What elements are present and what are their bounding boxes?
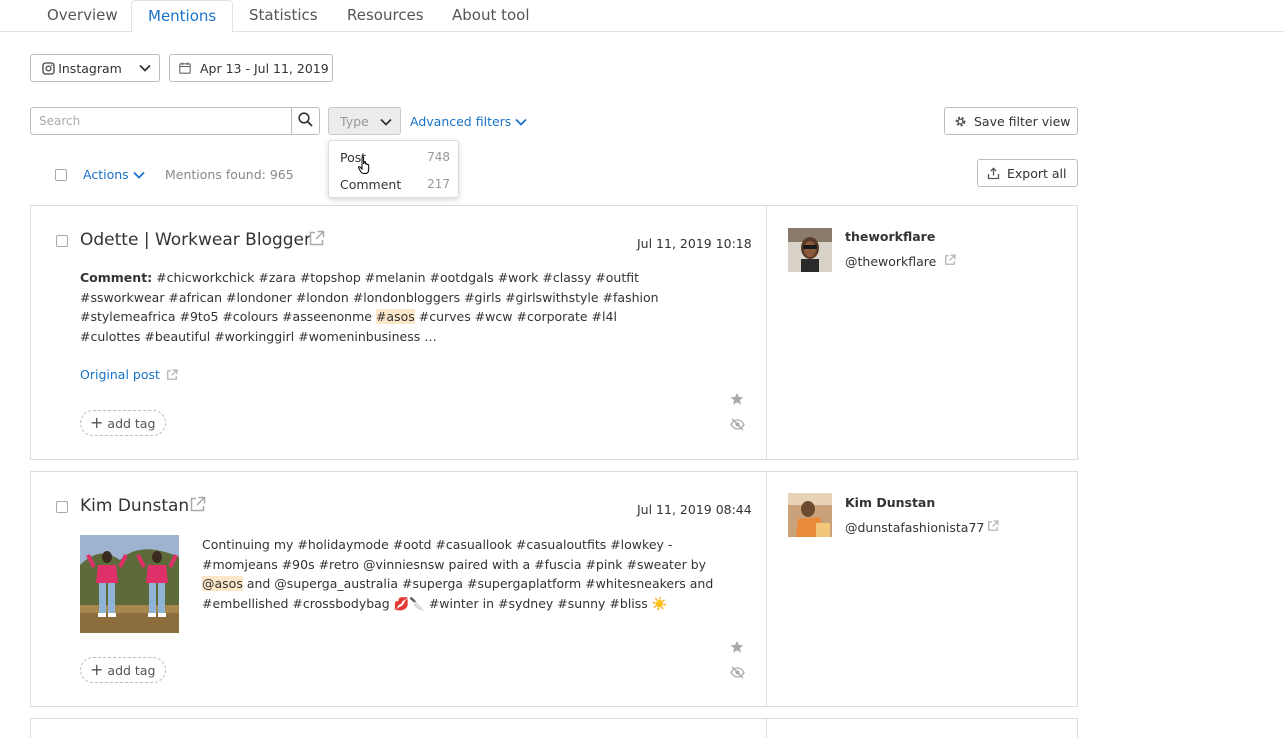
type-option-comment[interactable]: Comment 217 [340, 177, 450, 197]
tab-statistics[interactable]: Statistics [249, 0, 318, 32]
card-divider [766, 719, 767, 738]
tab-resources[interactable]: Resources [347, 0, 424, 32]
hide-icon[interactable] [730, 418, 745, 435]
mention-card: Odette | Workwear Blogger Jul 11, 2019 1… [30, 205, 1078, 460]
chevron-down-icon [133, 171, 145, 179]
chevron-down-icon [139, 64, 151, 72]
add-tag-label: add tag [107, 662, 156, 678]
tab-bar: Overview Mentions Statistics Resources A… [0, 0, 1284, 33]
mention-text: Comment: #chicworkchick #zara #topshop #… [80, 268, 680, 347]
external-link-icon [166, 368, 178, 381]
avatar [788, 493, 832, 537]
external-link-icon[interactable] [308, 230, 325, 251]
star-icon[interactable] [730, 392, 744, 410]
tab-about-tool[interactable]: About tool [452, 0, 530, 32]
instagram-icon [42, 61, 55, 75]
author-name[interactable]: theworkflare [845, 229, 935, 244]
calendar-icon [179, 62, 191, 74]
chevron-down-icon [380, 114, 392, 129]
mention-card [30, 718, 1078, 738]
search-icon [298, 111, 313, 131]
mention-card: Kim Dunstan Jul 11, 2019 08:44 Continuin… [30, 471, 1078, 707]
plus-icon: + [90, 660, 104, 679]
avatar [788, 228, 832, 272]
hand-cursor-icon [357, 156, 373, 180]
gear-icon [954, 115, 967, 128]
mention-text-part: and @superga_australia #superga #superga… [202, 576, 714, 612]
author-name[interactable]: Kim Dunstan [845, 495, 935, 510]
date-range-label: Apr 13 - Jul 11, 2019 [200, 60, 329, 76]
keyword-highlight: #asos [375, 309, 415, 325]
export-icon [987, 166, 1000, 180]
card-divider [766, 472, 767, 706]
star-icon[interactable] [730, 640, 744, 658]
actions-label: Actions [83, 167, 129, 182]
type-select[interactable]: Type [328, 107, 401, 135]
type-dropdown-menu: Post 748 Comment 217 [328, 140, 459, 198]
select-all-checkbox[interactable] [55, 169, 67, 181]
mention-checkbox[interactable] [56, 501, 68, 513]
author-handle[interactable]: @theworkflare [845, 254, 936, 269]
add-tag-label: add tag [107, 415, 156, 431]
add-tag-button[interactable]: + add tag [80, 410, 167, 436]
add-tag-button[interactable]: + add tag [80, 657, 167, 683]
mention-checkbox[interactable] [56, 235, 68, 247]
save-filter-view-label: Save filter view [974, 113, 1071, 129]
mention-date: Jul 11, 2019 10:18 [637, 236, 752, 251]
external-link-icon[interactable] [987, 520, 999, 536]
original-post-link[interactable]: Original post [80, 367, 178, 382]
comment-label: Comment: [80, 270, 153, 285]
hide-icon[interactable] [730, 666, 745, 683]
author-handle[interactable]: @dunstafashionista77 [845, 520, 984, 535]
type-option-label: Comment [340, 177, 402, 192]
source-label: Instagram [58, 60, 122, 76]
mention-text-part: Continuing my #holidaymode #ootd #casual… [202, 537, 707, 572]
mention-text: Continuing my #holidaymode #ootd #casual… [202, 535, 727, 614]
mention-date: Jul 11, 2019 08:44 [637, 502, 752, 517]
card-divider [766, 206, 767, 459]
original-post-label: Original post [80, 367, 160, 382]
date-range-picker[interactable]: Apr 13 - Jul 11, 2019 [169, 54, 333, 82]
mention-title[interactable]: Odette | Workwear Blogger [80, 230, 311, 250]
search-button[interactable] [291, 107, 320, 135]
type-option-count: 748 [427, 150, 450, 164]
tab-overview[interactable]: Overview [47, 0, 118, 32]
external-link-icon[interactable] [944, 254, 956, 270]
export-all-label: Export all [1007, 165, 1067, 181]
search-input[interactable] [30, 107, 292, 135]
mention-title[interactable]: Kim Dunstan [80, 496, 189, 516]
save-filter-view-button[interactable]: Save filter view [944, 107, 1078, 135]
advanced-filters-label: Advanced filters [410, 114, 512, 129]
post-image[interactable] [80, 535, 179, 633]
mentions-found-count: Mentions found: 965 [165, 167, 294, 182]
advanced-filters-link[interactable]: Advanced filters [410, 114, 527, 129]
keyword-highlight: @asos [202, 576, 243, 592]
source-select[interactable]: Instagram [30, 54, 160, 82]
type-select-label: Type [340, 113, 369, 129]
actions-menu[interactable]: Actions [83, 167, 145, 182]
plus-icon: + [90, 413, 104, 432]
export-all-button[interactable]: Export all [977, 159, 1078, 187]
tab-mentions[interactable]: Mentions [131, 0, 234, 33]
type-option-count: 217 [427, 177, 450, 191]
external-link-icon[interactable] [189, 496, 206, 517]
chevron-down-icon [515, 118, 527, 126]
